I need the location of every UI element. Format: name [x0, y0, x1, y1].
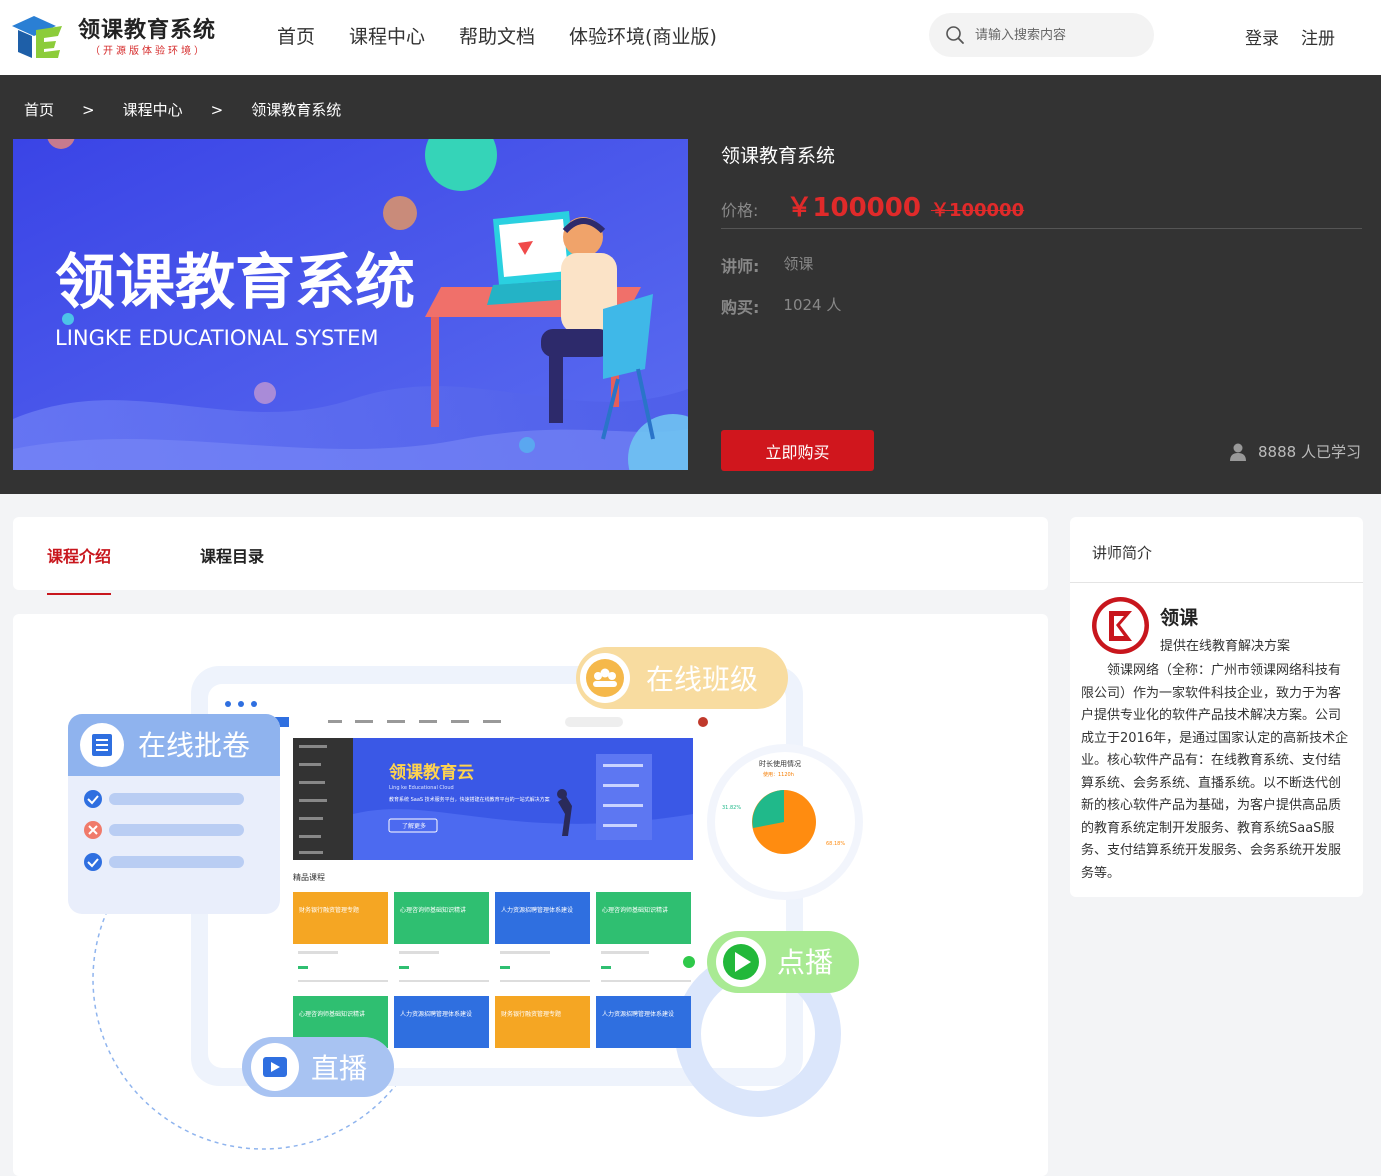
chart-title: 时长使用情况 [759, 759, 801, 768]
mockup-course-title: 财务银行融资管理专题 [501, 1010, 561, 1018]
mockup-course-title: 心理咨询师基础知识精讲 [400, 906, 466, 914]
deco-circle [383, 196, 417, 230]
mockup-brand-en: Ling ke Educational Cloud [389, 785, 454, 791]
label-vod: 点播 [777, 946, 833, 979]
usage-pie-card: 时长使用情况 使用：1120h 31.82% 68.18% [707, 744, 863, 900]
teacher-label: 讲师: [721, 257, 760, 276]
search-input[interactable] [975, 24, 1140, 46]
nav-courses[interactable]: 课程中心 [349, 22, 425, 49]
price-row: 价格: ￥100000 ￥100000 [721, 187, 1362, 229]
chart-subtitle: 使用：1120h [763, 771, 794, 778]
label-online-marking: 在线批卷 [138, 729, 250, 762]
label-online-class: 在线班级 [646, 663, 758, 696]
mockup-course-card: 心理咨询师基础知识精讲 [394, 892, 489, 944]
course-banner: 领课教育系统 LINGKE EDUCATIONAL SYSTEM [13, 139, 688, 470]
buy-now-button[interactable]: 立即购买 [721, 430, 874, 471]
search-icon[interactable] [945, 25, 965, 45]
chart-pct-a: 31.82% [722, 805, 741, 811]
teacher-intro-panel: 讲师简介 领课 提供在线教育解决方案 领课网络（全称：广州市领课网络科技有限公司… [1070, 517, 1363, 897]
course-hero: 首页 > 课程中心 > 领课教育系统 领课教育系统 LINGKE EDUCATI… [0, 75, 1381, 494]
label-live: 直播 [311, 1052, 367, 1085]
online-marking-card: 在线批卷 [68, 714, 280, 914]
price-label: 价格: [721, 201, 759, 220]
teacher-name: 领课 [783, 255, 814, 273]
mockup-course-card: 心理咨询师基础知识精讲 [596, 892, 691, 944]
site-logo[interactable]: 领课教育系统 （开源版体验环境） [12, 12, 227, 62]
breadcrumb-separator: > [210, 100, 224, 119]
teacher-panel-name: 领课 [1160, 607, 1199, 629]
nav-home[interactable]: 首页 [277, 22, 315, 49]
mockup-course-title: 心理咨询师基础知识精讲 [299, 1010, 365, 1018]
current-price: ￥100000 [786, 193, 921, 223]
teacher-avatar [1092, 597, 1149, 654]
breadcrumb-separator: > [82, 100, 95, 119]
banner-subtitle: LINGKE EDUCATIONAL SYSTEM [55, 326, 379, 350]
mockup-section-title: 精品课程 [293, 872, 325, 882]
breadcrumb-home[interactable]: 首页 [24, 99, 54, 120]
tab-course-intro[interactable]: 课程介绍 [47, 543, 112, 595]
teacher-row: 讲师: 领课 [721, 253, 813, 277]
auth-links: 登录 注册 [1245, 24, 1335, 49]
teacher-panel-tagline: 提供在线教育解决方案 [1160, 639, 1291, 654]
mockup-course-title: 人力资源招聘管理体系建设 [501, 906, 573, 914]
learners-text: 8888 人已学习 [1258, 443, 1361, 461]
mockup-course-card: 财务银行融资管理专题 [495, 996, 590, 1048]
logo-subtitle: （开源版体验环境） [90, 46, 207, 57]
live-pill: 直播 [242, 1037, 394, 1097]
nav-help-docs[interactable]: 帮助文档 [459, 22, 535, 49]
buyers-label: 购买: [721, 298, 760, 317]
learners-count: 8888 人已学习 [1230, 441, 1361, 462]
lingke-logo-icon [1096, 601, 1145, 650]
mockup-course-title: 财务银行融资管理专题 [299, 906, 359, 914]
breadcrumb: 首页 > 课程中心 > 领课教育系统 [24, 99, 341, 120]
deco-circle [254, 382, 276, 404]
intro-illustration: 领课教育云 Ling ke Educational Cloud 教育系统 Saa… [68, 647, 863, 1150]
teacher-panel-description: 领课网络（全称：广州市领课网络科技有限公司）作为一家软件科技企业，致力于为客户提… [1081, 663, 1349, 881]
logo-icon [12, 16, 62, 58]
mockup-course-card: 人力资源招聘管理体系建设 [495, 892, 590, 944]
mockup-hero-desc: 教育系统 SaaS 技术服务平台，快速搭建在线教育平台的一站式解决方案 [389, 796, 550, 803]
logo-title: 领课教育系统 [78, 18, 217, 43]
register-link[interactable]: 注册 [1301, 24, 1335, 49]
mockup-course-title: 人力资源招聘管理体系建设 [602, 1010, 674, 1018]
teacher-panel-heading: 讲师简介 [1070, 517, 1363, 583]
original-price: ￥100000 [930, 200, 1025, 221]
course-intro-content: 领课教育云 Ling ke Educational Cloud 教育系统 Saa… [13, 614, 1048, 1176]
buyers-count: 1024 人 [783, 296, 842, 314]
breadcrumb-current: 领课教育系统 [251, 101, 342, 119]
chart-pct-b: 68.18% [826, 841, 845, 847]
mockup-brand: 领课教育云 [389, 762, 474, 783]
mockup-course-card: 人力资源招聘管理体系建设 [596, 996, 691, 1048]
mockup-course-card: 财务银行融资管理专题 [293, 892, 388, 944]
course-tabs: 课程介绍 课程目录 [13, 517, 1048, 595]
login-link[interactable]: 登录 [1245, 24, 1279, 49]
mockup-hero-button: 了解更多 [402, 822, 426, 830]
main-nav: 首页 课程中心 帮助文档 体验环境(商业版) [277, 22, 751, 49]
mockup-course-title: 人力资源招聘管理体系建设 [400, 1010, 472, 1018]
top-header: 领课教育系统 （开源版体验环境） 首页 课程中心 帮助文档 体验环境(商业版) … [0, 0, 1381, 75]
mockup-course-title: 心理咨询师基础知识精讲 [602, 906, 668, 914]
nav-demo-commercial[interactable]: 体验环境(商业版) [569, 22, 717, 49]
tab-course-catalog[interactable]: 课程目录 [200, 543, 264, 567]
mockup-course-card: 人力资源招聘管理体系建设 [394, 996, 489, 1048]
buyers-row: 购买: 1024 人 [721, 294, 841, 318]
course-title: 领课教育系统 [721, 145, 836, 167]
breadcrumb-courses[interactable]: 课程中心 [123, 99, 183, 120]
banner-title: 领课教育系统 [55, 248, 415, 318]
search-box [929, 13, 1154, 57]
deco-circle [519, 437, 535, 453]
user-icon [1230, 443, 1246, 461]
online-class-pill: 在线班级 [576, 647, 788, 709]
